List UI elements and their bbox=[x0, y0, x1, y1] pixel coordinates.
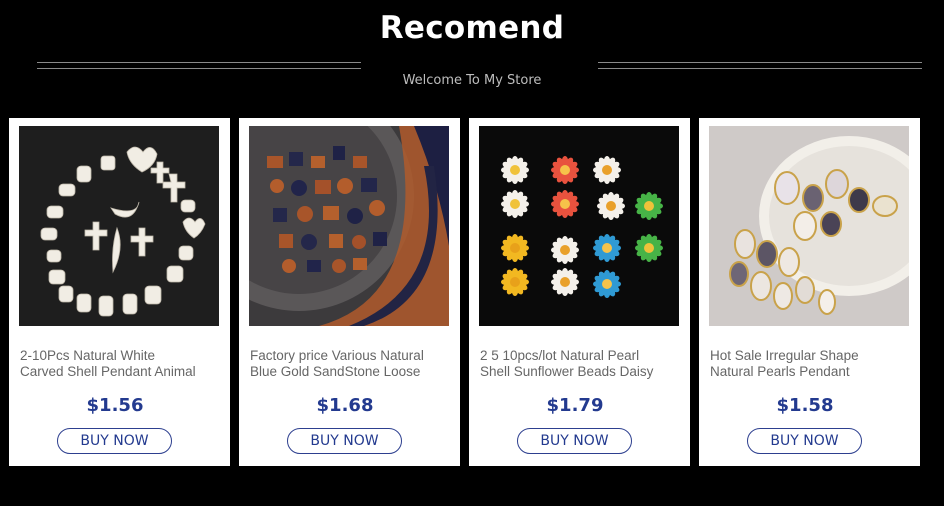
product-price-2: $1.68 bbox=[316, 395, 374, 416]
product-card-1[interactable]: 2-10Pcs Natural White Carved Shell Penda… bbox=[9, 118, 230, 466]
divider-left bbox=[37, 62, 361, 69]
product-image-1[interactable] bbox=[19, 126, 219, 326]
page-subtitle: Welcome To My Store bbox=[402, 73, 542, 88]
product-name-1[interactable]: 2-10Pcs Natural White Carved Shell Penda… bbox=[20, 348, 223, 381]
product-card-4[interactable]: Hot Sale Irregular Shape Natural Pearls … bbox=[699, 118, 920, 466]
page-title: Recomend bbox=[379, 10, 565, 46]
product-card-2[interactable]: Factory price Various Natural Blue Gold … bbox=[239, 118, 460, 466]
buy-now-button-1[interactable]: BUY NOW bbox=[57, 428, 172, 454]
product-image-3[interactable] bbox=[479, 126, 679, 326]
product-price-4: $1.58 bbox=[776, 395, 834, 416]
product-image-4[interactable] bbox=[709, 126, 909, 326]
product-name-2[interactable]: Factory price Various Natural Blue Gold … bbox=[250, 348, 453, 381]
product-price-3: $1.79 bbox=[546, 395, 604, 416]
buy-now-button-4[interactable]: BUY NOW bbox=[747, 428, 862, 454]
product-image-2[interactable] bbox=[249, 126, 449, 326]
divider-right bbox=[598, 62, 922, 69]
product-name-3[interactable]: 2 5 10pcs/lot Natural Pearl Shell Sunflo… bbox=[480, 348, 683, 381]
product-card-3[interactable]: 2 5 10pcs/lot Natural Pearl Shell Sunflo… bbox=[469, 118, 690, 466]
buy-now-button-2[interactable]: BUY NOW bbox=[287, 428, 402, 454]
product-price-1: $1.56 bbox=[86, 395, 144, 416]
buy-now-button-3[interactable]: BUY NOW bbox=[517, 428, 632, 454]
product-name-4[interactable]: Hot Sale Irregular Shape Natural Pearls … bbox=[710, 348, 913, 381]
